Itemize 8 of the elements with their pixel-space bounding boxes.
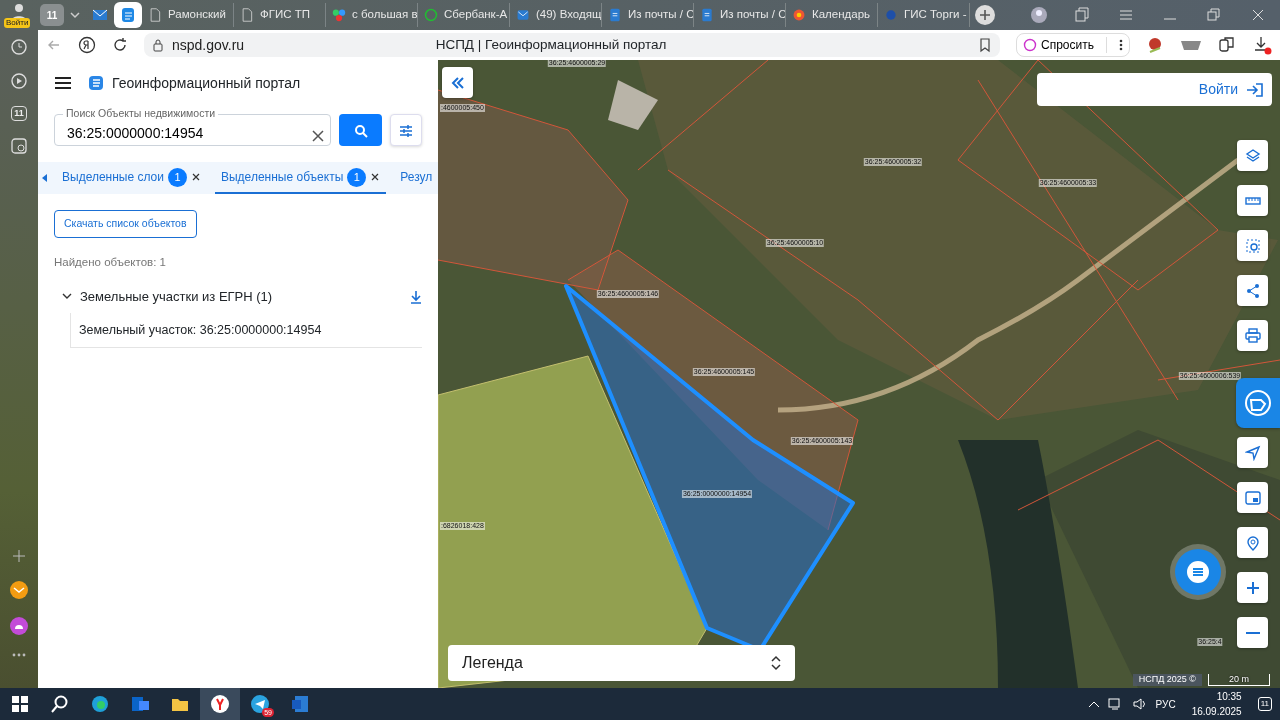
found-count: Найдено объектов: 1 [54, 254, 167, 270]
scale-bar: 20 m [1208, 674, 1270, 686]
field-label: Поиск Объекты недвижимости [63, 107, 219, 119]
app-title: Геоинформационный портал [112, 73, 301, 93]
map-attribution: НСПД 2025 © [1132, 674, 1202, 686]
count-badge: 1 [347, 167, 367, 187]
count-badge: 1 [168, 167, 187, 187]
page-title: НСПД | Геоинформационный портал [435, 35, 667, 54]
